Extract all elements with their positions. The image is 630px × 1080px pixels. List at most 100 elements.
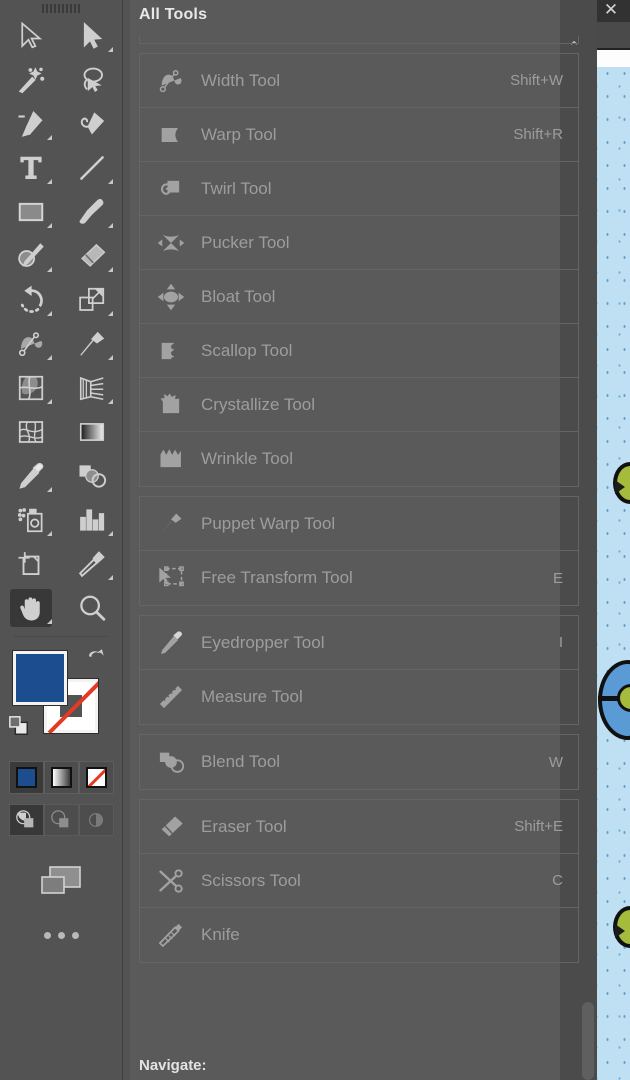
tool-list-viewport[interactable]: Width Tool Shift+W Warp Tool Shift+R Twirl T… — [139, 36, 579, 990]
scissors-tool-icon — [154, 864, 188, 898]
tool-line-segment[interactable] — [61, 146, 122, 190]
tool-list-item-label: Scallop Tool — [201, 340, 293, 360]
fill-swatch[interactable] — [12, 650, 68, 706]
tool-list-item[interactable]: Wrinkle Tool — [140, 432, 578, 486]
rotate-tool-icon — [20, 285, 43, 313]
tool-hand[interactable] — [0, 586, 61, 630]
tool-list-item[interactable]: Twirl Tool — [140, 162, 578, 216]
tool-rectangle[interactable] — [0, 190, 61, 234]
tool-list-item[interactable]: Free Transform Tool E — [140, 551, 578, 605]
flyout-indicator — [47, 267, 52, 272]
shaper-tool-icon — [17, 243, 44, 267]
gradient-tool-icon — [79, 423, 104, 441]
tool-list-item-label: Width Tool — [201, 70, 281, 90]
tool-curvature[interactable] — [61, 102, 122, 146]
close-icon[interactable]: ✕ — [597, 0, 625, 22]
tool-list-item-label: Bloat Tool — [201, 286, 276, 306]
tool-artboard[interactable] — [0, 542, 61, 586]
none-fill-icon — [85, 767, 107, 788]
tool-group: Blend Tool W — [139, 734, 579, 790]
tool-list-item[interactable]: Pucker Tool — [140, 216, 578, 270]
gradient-fill-button[interactable] — [43, 761, 79, 794]
tool-type[interactable] — [0, 146, 61, 190]
tool-list-item-shortcut: E — [552, 569, 563, 587]
pucker-tool-icon — [154, 226, 188, 260]
tool-zoom[interactable] — [61, 586, 122, 630]
warp-tool-icon — [154, 118, 188, 152]
tool-list-item-label: Warp Tool — [201, 124, 277, 144]
flyout-indicator — [47, 223, 52, 228]
draw-normal-icon — [16, 810, 34, 828]
tool-list-item[interactable]: Scallop Tool — [140, 324, 578, 378]
tool-shape-builder[interactable] — [0, 366, 61, 410]
tool-puppet-warp[interactable] — [61, 322, 122, 366]
eyedropper-tool-icon — [18, 462, 43, 489]
tool-rotate[interactable] — [0, 278, 61, 322]
screen-mode-button[interactable] — [0, 862, 122, 902]
flyout-indicator — [108, 223, 113, 228]
color-fill-button[interactable] — [8, 761, 44, 794]
tool-magic-wand[interactable] — [0, 58, 61, 102]
tool-list-item[interactable]: Warp Tool Shift+R — [140, 108, 578, 162]
draw-behind-button[interactable] — [43, 804, 79, 836]
tool-symbol-sprayer[interactable] — [0, 498, 61, 542]
tool-perspective-grid[interactable] — [61, 366, 122, 410]
tool-list-item[interactable]: Measure Tool — [140, 670, 578, 724]
tool-slice[interactable] — [61, 542, 122, 586]
tool-lasso[interactable] — [61, 58, 122, 102]
tool-list-item-label: Blend Tool — [201, 752, 281, 771]
flyout-indicator — [47, 487, 52, 492]
draw-normal-button[interactable] — [8, 804, 44, 836]
tool-pen[interactable] — [0, 102, 61, 146]
tool-list-item[interactable]: Eraser Tool Shift+E — [140, 800, 578, 854]
default-fill-stroke-icon[interactable] — [8, 715, 30, 737]
tool-list-item-shortcut: W — [548, 753, 563, 771]
tool-list-item[interactable]: Blend Tool W — [140, 735, 578, 789]
tool-list-item-shortcut: Shift+W — [510, 72, 563, 89]
tool-list-item[interactable]: Knife — [140, 908, 578, 962]
document-tab-strip — [594, 22, 630, 50]
tool-direct-selection[interactable] — [61, 14, 122, 58]
panel-scrollbar[interactable] — [582, 36, 594, 1080]
tool-group: Eraser Tool Shift+E Scissors Tool C Knife — [139, 799, 579, 963]
flyout-indicator — [47, 531, 52, 536]
swap-fill-stroke-icon[interactable] — [84, 647, 106, 669]
tool-list-item[interactable]: Eyedropper Tool I — [140, 616, 578, 670]
panel-scrollbar-thumb[interactable] — [582, 1002, 594, 1080]
tool-eraser[interactable] — [61, 234, 122, 278]
curvature-tool-icon — [80, 112, 104, 135]
line-segment-tool-icon — [79, 156, 104, 180]
tool-paintbrush[interactable] — [61, 190, 122, 234]
tool-shaper[interactable] — [0, 234, 61, 278]
width-tool-icon — [18, 332, 42, 357]
tool-list-item-shortcut: Shift+E — [514, 818, 563, 835]
tool-width[interactable] — [0, 322, 61, 366]
tool-list-item[interactable]: Puppet Warp Tool — [140, 497, 578, 551]
tool-list-item[interactable]: Bloat Tool — [140, 270, 578, 324]
flyout-indicator — [47, 135, 52, 140]
tool-eyedropper[interactable] — [0, 454, 61, 498]
none-fill-button[interactable] — [78, 761, 114, 794]
tool-blend[interactable] — [61, 454, 122, 498]
edit-toolbar-button[interactable] — [0, 932, 122, 939]
tool-list-item-label: Scissors Tool — [201, 870, 301, 890]
ellipsis-dot — [57, 932, 65, 939]
rectangle-tool-icon — [18, 202, 43, 222]
tool-column-graph[interactable] — [61, 498, 122, 542]
tool-list-item[interactable]: Scissors Tool C — [140, 854, 578, 908]
direct-selection-tool-icon — [83, 22, 102, 49]
magic-wand-tool-icon — [18, 67, 44, 94]
tool-list-item[interactable]: Width Tool Shift+W — [140, 54, 578, 108]
hand-tool-icon — [19, 597, 40, 621]
type-tool-icon — [19, 156, 42, 179]
panel-drag-grip[interactable] — [0, 0, 122, 14]
tool-list-item-shortcut: C — [552, 872, 563, 889]
tool-scale[interactable] — [61, 278, 122, 322]
tool-mesh[interactable] — [0, 410, 61, 454]
draw-inside-button[interactable] — [78, 804, 114, 836]
eraser-tool-icon — [80, 243, 105, 267]
tool-gradient[interactable] — [61, 410, 122, 454]
tool-list-item[interactable]: Crystallize Tool — [140, 378, 578, 432]
tool-selection[interactable] — [0, 14, 61, 58]
tool-list-item-shortcut: Shift+R — [513, 126, 563, 143]
